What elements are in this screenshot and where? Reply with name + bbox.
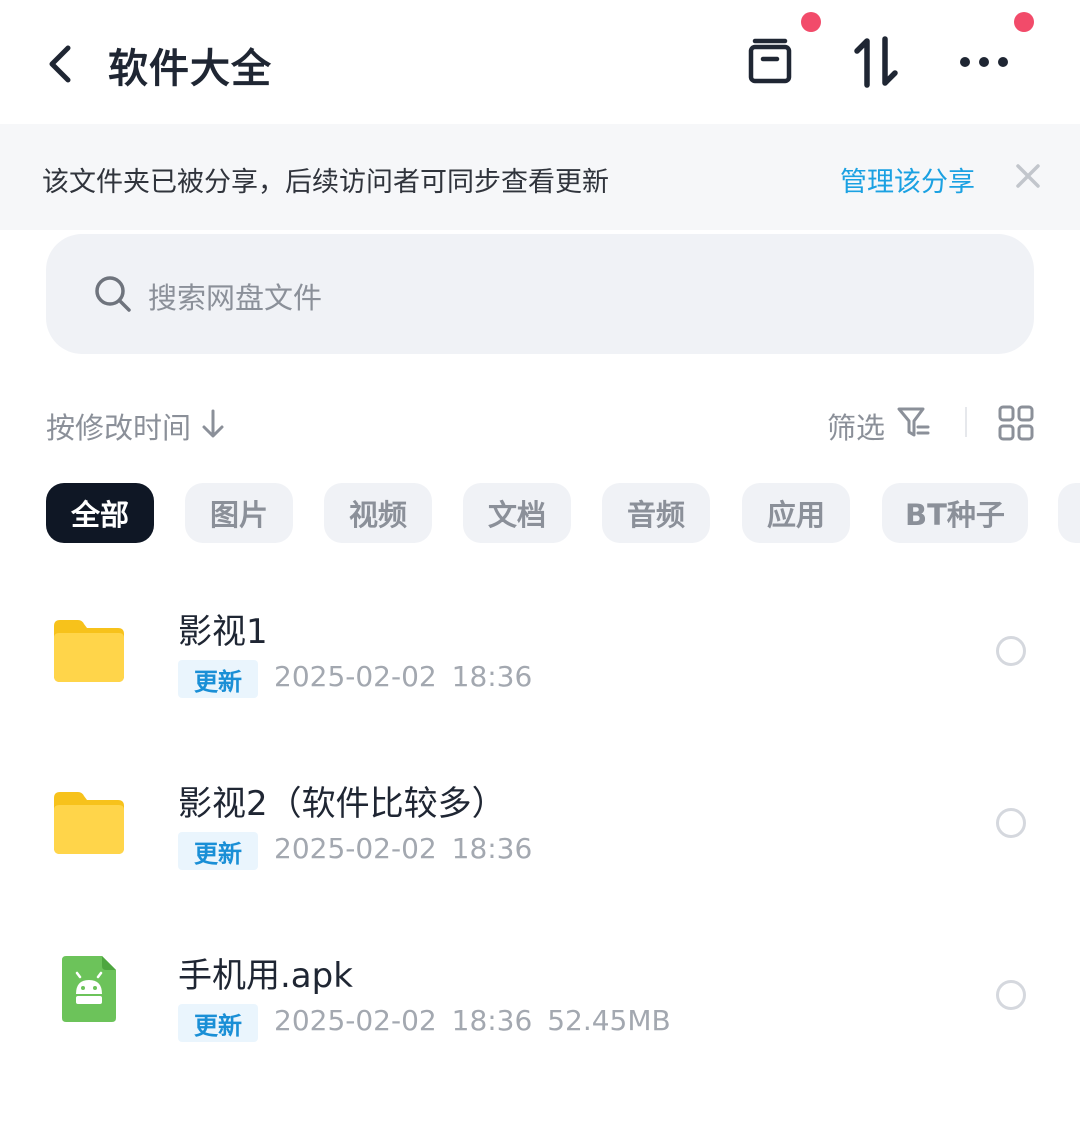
category-chip-audio[interactable]: 音频 [602, 483, 710, 543]
back-icon [49, 45, 71, 83]
toolbar-divider [965, 407, 967, 437]
select-radio[interactable] [996, 808, 1026, 838]
more-badge-dot [1014, 12, 1034, 32]
search-icon [95, 276, 131, 312]
grid-view-icon[interactable] [997, 404, 1035, 442]
select-radio[interactable] [996, 636, 1026, 666]
sort-down-arrow-icon [202, 409, 224, 438]
folder-icon [54, 620, 124, 682]
category-chip-documents[interactable]: 文档 [463, 483, 571, 543]
close-icon [1016, 164, 1040, 188]
file-row[interactable]: 手机用.apk 更新 2025-02-02 18:36 52.45MB [0, 932, 1080, 1102]
update-tag: 更新 [178, 832, 258, 870]
category-chip-apps[interactable]: 应用 [742, 483, 850, 543]
filter-button[interactable]: 筛选 [827, 405, 885, 447]
folder-icon [54, 792, 124, 854]
file-row[interactable]: 影视2（软件比较多） 更新 2025-02-02 18:36 [0, 760, 1080, 930]
archive-icon [748, 38, 792, 84]
category-chip-more[interactable] [1058, 483, 1080, 543]
file-name: 手机用.apk [178, 956, 353, 996]
transfer-button[interactable] [846, 32, 906, 92]
category-chip-images[interactable]: 图片 [185, 483, 293, 543]
more-icon [960, 57, 1008, 67]
update-tag: 更新 [178, 1004, 258, 1042]
file-row[interactable]: 影视1 更新 2025-02-02 18:36 [0, 588, 1080, 758]
top-bar: 软件大全 [0, 0, 1080, 124]
share-banner: 该文件夹已被分享，后续访问者可同步查看更新 管理该分享 [0, 124, 1080, 230]
file-meta: 2025-02-02 18:36 [274, 660, 533, 693]
banner-close-button[interactable] [1010, 158, 1046, 198]
back-button[interactable] [34, 40, 86, 88]
share-notice-text: 该文件夹已被分享，后续访问者可同步查看更新 [42, 167, 609, 198]
search-bar[interactable]: 搜索网盘文件 [46, 234, 1034, 354]
transfer-icon [854, 36, 898, 88]
category-chip-videos[interactable]: 视频 [324, 483, 432, 543]
file-name: 影视1 [178, 612, 268, 652]
sort-button[interactable]: 按修改时间 [46, 405, 191, 447]
select-radio[interactable] [996, 980, 1026, 1010]
manage-share-link[interactable]: 管理该分享 [840, 160, 975, 199]
file-meta: 2025-02-02 18:36 52.45MB [274, 1004, 671, 1037]
category-chip-all[interactable]: 全部 [46, 483, 154, 543]
more-button[interactable] [954, 32, 1014, 92]
file-meta: 2025-02-02 18:36 [274, 832, 533, 865]
search-placeholder: 搜索网盘文件 [148, 281, 323, 315]
file-name: 影视2（软件比较多） [178, 784, 506, 824]
apk-icon [62, 956, 116, 1022]
archive-button[interactable] [740, 32, 800, 92]
page-title: 软件大全 [108, 46, 272, 92]
filter-icon [897, 407, 930, 437]
update-tag: 更新 [178, 660, 258, 698]
archive-badge-dot [801, 12, 821, 32]
category-chip-bt-torrents[interactable]: BT种子 [882, 483, 1028, 543]
